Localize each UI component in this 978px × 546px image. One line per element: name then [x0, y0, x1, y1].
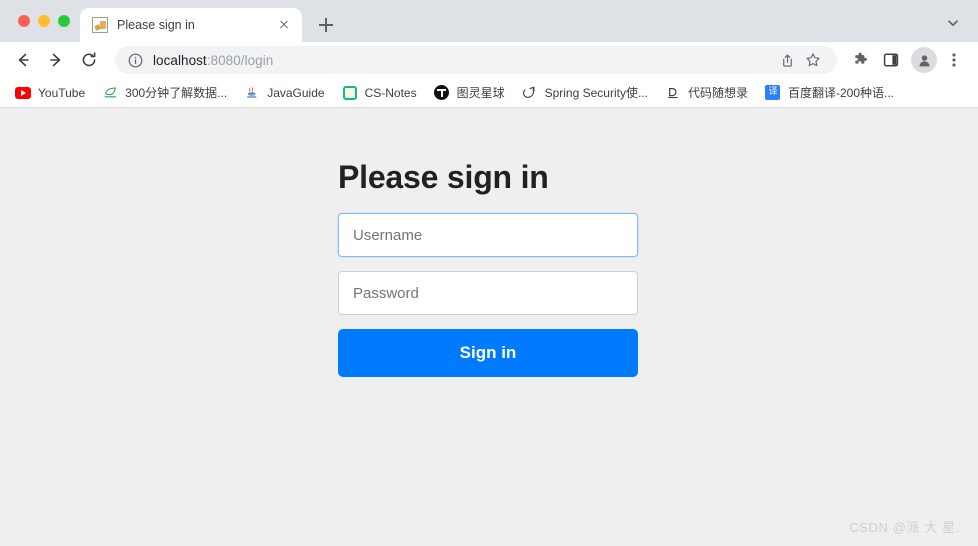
bookmark-label: 百度翻译-200种语... — [787, 86, 895, 100]
bookmark-label: JavaGuide — [267, 85, 325, 100]
bookmark-data-course[interactable]: 300分钟了解数据... — [95, 81, 234, 105]
youtube-icon — [15, 85, 31, 101]
bookmark-code-notes[interactable]: 代码随想录 — [658, 81, 755, 105]
back-button[interactable] — [8, 45, 38, 75]
username-placeholder: Username — [353, 226, 423, 244]
spring-leaf-icon — [522, 85, 538, 101]
browser-window: Please sign in localhost:8080/login YouT… — [0, 0, 978, 546]
bookmark-label: 图灵星球 — [456, 86, 505, 100]
bookmark-turing[interactable]: 图灵星球 — [427, 81, 512, 105]
forward-button[interactable] — [41, 45, 71, 75]
tab-strip: Please sign in — [0, 0, 978, 42]
baidu-translate-icon: 译 — [765, 85, 781, 101]
tab-title: Please sign in — [117, 18, 195, 32]
url-host: localhost — [153, 52, 207, 68]
bookmark-youtube[interactable]: YouTube — [8, 81, 92, 105]
side-panel-icon[interactable] — [877, 46, 905, 74]
reload-button[interactable] — [74, 45, 104, 75]
bookmark-label: CS-Notes — [364, 85, 417, 100]
share-icon[interactable] — [775, 48, 799, 72]
address-bar[interactable]: localhost:8080/login — [115, 46, 837, 74]
bookmark-label: Spring Security使... — [544, 86, 648, 100]
leaf-icon — [102, 85, 118, 101]
person-avatar-icon[interactable] — [911, 47, 937, 73]
url-path: :8080/login — [206, 52, 274, 68]
bookmark-javaguide[interactable]: JavaGuide — [237, 81, 331, 105]
password-placeholder: Password — [353, 284, 419, 302]
bookmark-label: 300分钟了解数据... — [125, 86, 228, 100]
sign-in-form: Please sign in Username Password Sign in — [338, 159, 638, 378]
bookmark-spring-security[interactable]: Spring Security使... — [515, 81, 655, 105]
password-input[interactable]: Password — [338, 271, 638, 316]
turing-icon — [434, 85, 450, 101]
notes-icon — [342, 85, 358, 101]
username-input[interactable]: Username — [338, 213, 638, 258]
minimize-window-button[interactable] — [38, 15, 50, 27]
broken-image-icon — [92, 17, 108, 33]
new-tab-button[interactable] — [312, 11, 340, 39]
bookmarks-bar: YouTube 300分钟了解数据... JavaGuide CS-Notes … — [0, 78, 978, 108]
three-dot-menu-icon[interactable] — [940, 46, 968, 74]
browser-tab[interactable]: Please sign in — [80, 8, 302, 42]
window-controls — [0, 0, 80, 42]
page-title: Please sign in — [338, 159, 549, 195]
address-bar-url: localhost:8080/login — [153, 53, 273, 68]
star-icon[interactable] — [801, 48, 825, 72]
info-circle-icon[interactable] — [127, 52, 143, 68]
d-code-icon — [665, 85, 681, 101]
extensions-icon[interactable] — [846, 46, 874, 74]
bookmark-cs-notes[interactable]: CS-Notes — [335, 81, 424, 105]
sign-in-button[interactable]: Sign in — [338, 329, 638, 378]
close-icon[interactable] — [275, 16, 293, 34]
bookmark-label: YouTube — [38, 85, 86, 100]
maximize-window-button[interactable] — [58, 15, 70, 27]
page-viewport: Please sign in Username Password Sign in… — [0, 108, 978, 546]
bookmark-label: 代码随想录 — [687, 86, 748, 100]
java-cup-icon — [244, 85, 260, 101]
close-window-button[interactable] — [18, 15, 30, 27]
browser-toolbar: localhost:8080/login — [0, 42, 978, 78]
watermark: CSDN @派 大 星. — [849, 520, 960, 535]
chevron-down-icon[interactable] — [940, 10, 966, 36]
bookmark-baidu-translate[interactable]: 译 百度翻译-200种语... — [758, 81, 901, 105]
omnibox-actions — [767, 48, 825, 72]
